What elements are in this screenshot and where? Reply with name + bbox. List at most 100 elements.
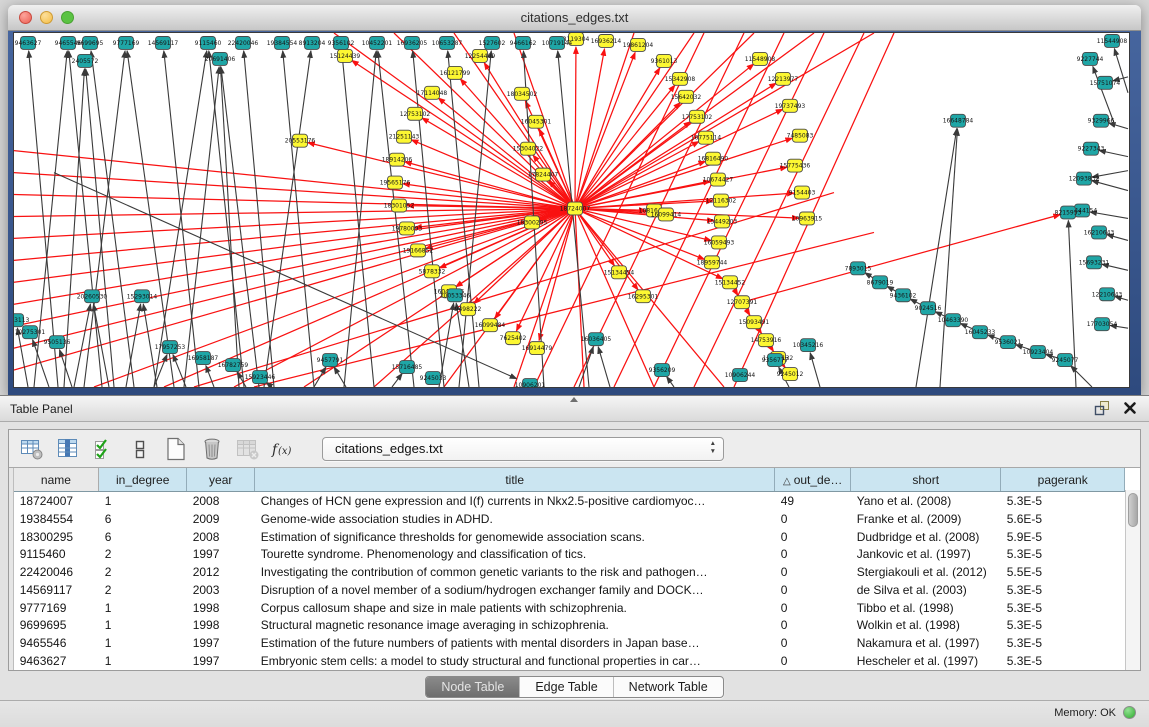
table-cell[interactable]: 1: [99, 634, 187, 652]
table-cell[interactable]: 9463627: [14, 652, 99, 670]
network-node[interactable]: 9457791: [317, 354, 344, 367]
float-panel-icon[interactable]: [1094, 400, 1110, 416]
table-cell[interactable]: 0: [775, 528, 851, 546]
table-cell[interactable]: Embryonic stem cells: a model to study s…: [255, 652, 775, 670]
network-node[interactable]: 12116302: [706, 194, 737, 207]
network-node[interactable]: 18914206: [382, 153, 413, 166]
network-node[interactable]: 9361013: [651, 54, 678, 67]
network-node[interactable]: 12213977: [768, 72, 799, 85]
table-cell[interactable]: Wolkin et al. (1998): [851, 617, 1001, 635]
network-node[interactable]: 19565176: [380, 176, 411, 189]
network-node[interactable]: 9356102: [328, 36, 355, 49]
network-node[interactable]: 22420046: [228, 36, 259, 49]
table-row[interactable]: 911546021997Tourette syndrome. Phenomeno…: [14, 545, 1125, 563]
table-cell[interactable]: 6: [99, 510, 187, 528]
network-node[interactable]: 19166852: [403, 244, 434, 257]
network-node[interactable]: 14569117: [148, 36, 179, 49]
table-cell[interactable]: Dudbridge et al. (2008): [851, 528, 1001, 546]
network-node[interactable]: 9245012: [777, 368, 804, 381]
close-window-button[interactable]: [19, 11, 32, 24]
table-cell[interactable]: Stergiakouli et al. (2012): [851, 563, 1001, 581]
network-node[interactable]: 10906244: [725, 369, 756, 382]
network-node[interactable]: 17703054: [1087, 318, 1118, 331]
network-node[interactable]: 16295301: [628, 290, 659, 303]
table-cell[interactable]: Tourette syndrome. Phenomenology and cla…: [255, 545, 775, 563]
network-node[interactable]: 17824407: [528, 168, 559, 181]
table-cell[interactable]: Investigating the contribution of common…: [255, 563, 775, 581]
column-header-out_de[interactable]: △out_de…: [775, 468, 851, 492]
table-row[interactable]: 969969511998Structural magnetic resonanc…: [14, 617, 1125, 635]
table-selector[interactable]: citations_edges.txt ▲▼: [322, 437, 724, 461]
table-row[interactable]: 2242004622012Investigating the contribut…: [14, 563, 1125, 581]
table-cell[interactable]: 2: [99, 563, 187, 581]
table-cell[interactable]: 1: [99, 652, 187, 670]
network-node[interactable]: 9536021: [995, 336, 1022, 349]
table-cell[interactable]: Structural magnetic resonance image aver…: [255, 617, 775, 635]
create-column-button[interactable]: [162, 435, 189, 462]
network-node[interactable]: 14753916: [751, 334, 782, 347]
column-header-year[interactable]: year: [187, 468, 255, 492]
network-node[interactable]: 2405572: [72, 54, 99, 67]
tab-network-table[interactable]: Network Table: [613, 677, 723, 697]
table-cell[interactable]: 5.3E-5: [1001, 545, 1125, 563]
column-visibility-button[interactable]: [54, 435, 81, 462]
zoom-window-button[interactable]: [61, 11, 74, 24]
network-node[interactable]: 11548908: [745, 52, 776, 65]
network-node[interactable]: 9933113: [14, 314, 30, 327]
network-node[interactable]: 16210643: [1084, 226, 1115, 239]
table-cell[interactable]: 2: [99, 581, 187, 599]
network-node[interactable]: 16816490: [698, 152, 729, 165]
network-canvas[interactable]: 1225440916121799171140481275310221251143…: [14, 33, 1129, 387]
table-mode-button[interactable]: [18, 435, 45, 462]
splitter-handle[interactable]: [570, 397, 578, 402]
network-node[interactable]: 12093832: [1069, 172, 1100, 185]
network-node[interactable]: 15342908: [665, 72, 696, 85]
table-cell[interactable]: 2003: [187, 581, 255, 599]
table-cell[interactable]: 1: [99, 599, 187, 617]
network-node[interactable]: 10452201: [362, 36, 393, 49]
table-cell[interactable]: Estimation of significance thresholds fo…: [255, 528, 775, 546]
table-cell[interactable]: de Silva et al. (2003): [851, 581, 1001, 599]
table-cell[interactable]: 0: [775, 545, 851, 563]
network-node[interactable]: 16936214: [591, 34, 622, 47]
table-cell[interactable]: 2008: [187, 492, 255, 510]
network-node[interactable]: 20260530: [77, 290, 108, 303]
network-node[interactable]: 15751074: [1090, 76, 1121, 89]
table-cell[interactable]: 2008: [187, 528, 255, 546]
column-header-in_degree[interactable]: in_degree: [99, 468, 187, 492]
network-node[interactable]: 19861204: [623, 38, 654, 51]
network-node[interactable]: 10345216: [793, 339, 824, 352]
table-cell[interactable]: Estimation of the future numbers of pati…: [255, 634, 775, 652]
vertical-scrollbar[interactable]: [1125, 490, 1140, 670]
table-cell[interactable]: 2009: [187, 510, 255, 528]
table-cell[interactable]: Nakamura et al. (1997): [851, 634, 1001, 652]
table-cell[interactable]: 18300295: [14, 528, 99, 546]
network-node[interactable]: 9154403: [789, 186, 816, 199]
network-node[interactable]: 19384554: [267, 36, 298, 49]
table-cell[interactable]: 9115460: [14, 545, 99, 563]
table-cell[interactable]: Genome-wide association studies in ADHD.: [255, 510, 775, 528]
table-cell[interactable]: 1: [99, 492, 187, 510]
network-node[interactable]: 12707391: [727, 296, 758, 309]
minimize-window-button[interactable]: [40, 11, 53, 24]
network-node[interactable]: 9699695: [77, 36, 104, 49]
table-cell[interactable]: 5.3E-5: [1001, 634, 1125, 652]
table-cell[interactable]: Disruption of a novel member of a sodium…: [255, 581, 775, 599]
network-node[interactable]: 17753102: [682, 110, 713, 123]
table-cell[interactable]: 1997: [187, 634, 255, 652]
network-node[interactable]: 16099484: [475, 319, 506, 332]
table-row[interactable]: 1872400712008Changes of HCN gene express…: [14, 492, 1125, 510]
column-header-title[interactable]: title: [255, 468, 775, 492]
network-node[interactable]: 16648784: [943, 114, 974, 127]
table-cell[interactable]: 1: [99, 617, 187, 635]
network-node[interactable]: 16936205: [397, 36, 428, 49]
network-node[interactable]: 15923446: [245, 371, 276, 384]
table-cell[interactable]: 5.5E-5: [1001, 563, 1125, 581]
network-node[interactable]: 9463627: [15, 36, 42, 49]
table-row[interactable]: 1456911722003Disruption of a novel membe…: [14, 581, 1125, 599]
table-cell[interactable]: Franke et al. (2009): [851, 510, 1001, 528]
table-cell[interactable]: 18724007: [14, 492, 99, 510]
table-cell[interactable]: Hescheler et al. (1997): [851, 652, 1001, 670]
table-cell[interactable]: 5.3E-5: [1001, 492, 1125, 510]
network-node[interactable]: 8679019: [867, 276, 894, 289]
